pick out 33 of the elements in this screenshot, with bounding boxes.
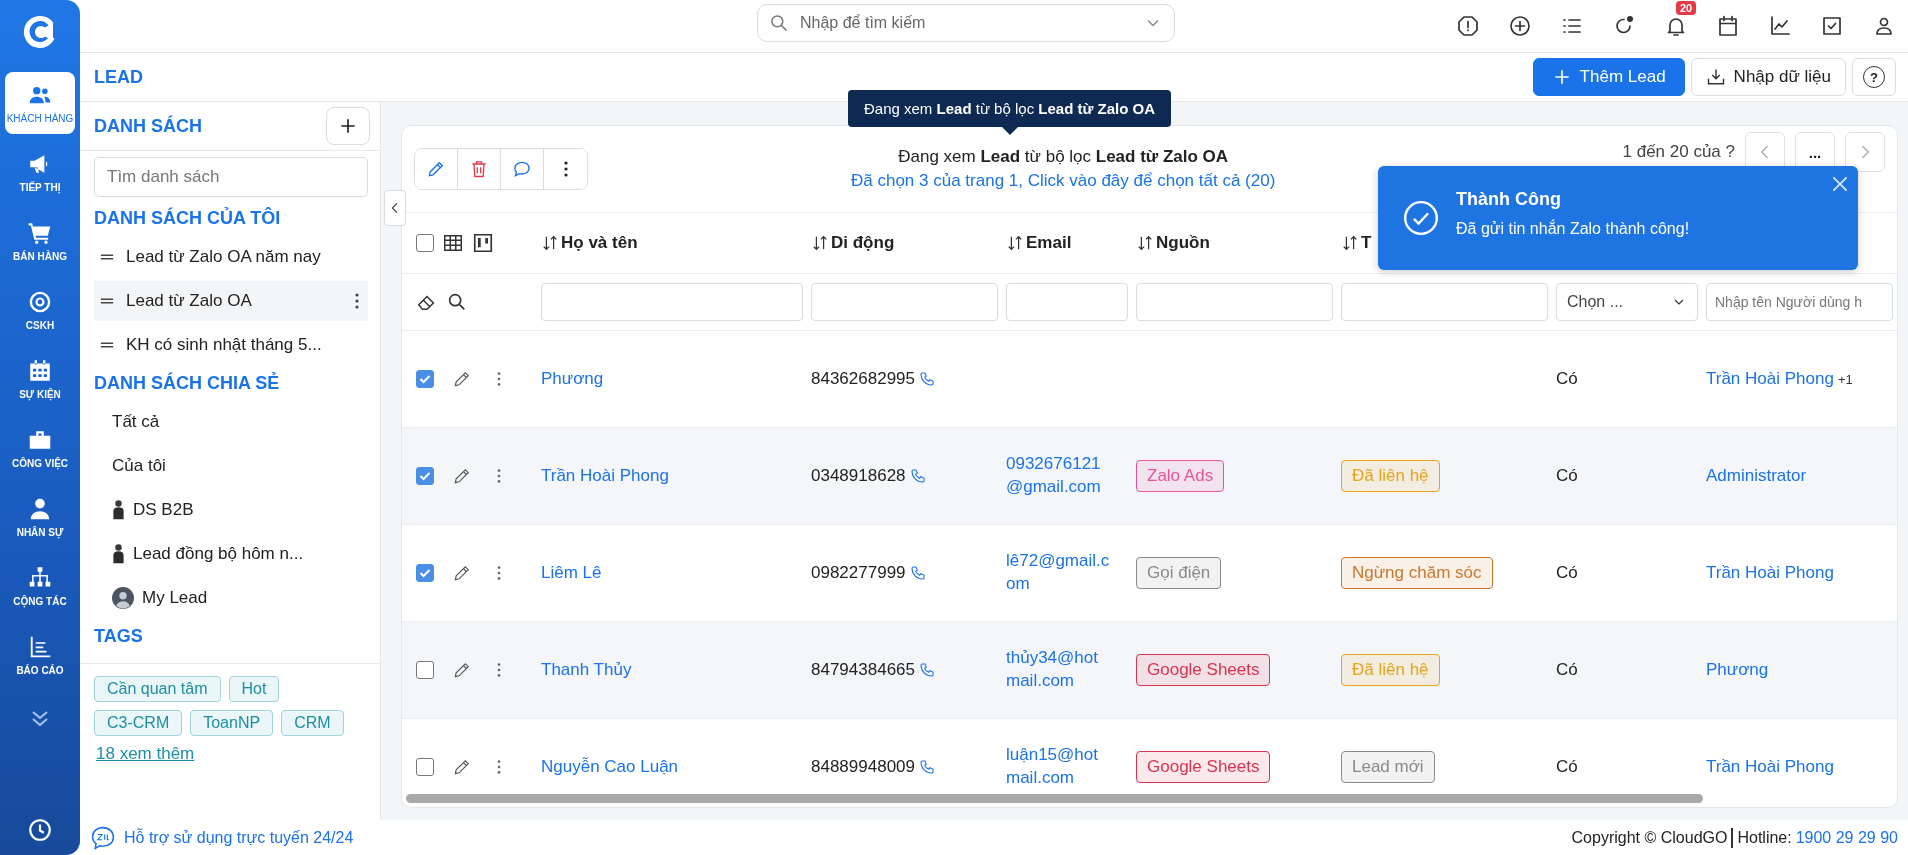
source-tag: Google Sheets <box>1136 751 1271 783</box>
phone-number: 84794384665 <box>811 660 915 680</box>
table-cell: Có <box>1556 466 1578 486</box>
phone-number: 0982277999 <box>811 563 906 583</box>
phone-number: 84889948009 <box>811 757 915 777</box>
source-tag: Google Sheets <box>1136 654 1271 686</box>
toast-message: Đã gửi tin nhắn Zalo thành công! <box>1456 219 1690 238</box>
status-tag: Đã liên hệ <box>1341 654 1440 686</box>
status-tag: Đã liên hệ <box>1341 460 1440 492</box>
extra-count: +1 <box>1837 371 1853 387</box>
table-cell: Có <box>1556 660 1578 680</box>
section-title: DANH SÁCH CHIA SẺ <box>94 373 281 394</box>
phone-number: 0348918628 <box>811 466 906 486</box>
table-cell: Có <box>1556 563 1578 583</box>
pagination-info: 1 đến 20 của ? <box>1622 142 1735 162</box>
table-cell: Có <box>1556 369 1578 389</box>
source-tag: Gọi điện <box>1136 557 1222 589</box>
source-tag: Zalo Ads <box>1136 460 1225 492</box>
tooltip: Đang xem Lead từ bộ lọc Lead từ Zalo OA <box>848 90 1172 127</box>
section-title: DANH SÁCH CỦA TÔI <box>94 208 282 229</box>
filter-info: Đang xem Lead từ bộ lọc Lead từ Zalo OA <box>898 147 1229 167</box>
table-cell: Có <box>1556 757 1578 777</box>
notification-badge: 20 <box>1676 1 1697 15</box>
section-title: DANH SÁCH <box>94 115 202 137</box>
phone-number: 84362682995 <box>811 369 915 389</box>
support-text: Hỗ trợ sử dụng trực tuyến 24/24 <box>124 828 354 847</box>
toast-title: Thành Công <box>1456 188 1562 210</box>
copyright-text: Copyright © CloudGO <box>1571 828 1728 847</box>
page-title: LEAD <box>94 66 143 88</box>
hotline-label: Hotline: <box>1737 828 1792 847</box>
status-tag: Lead mới <box>1341 751 1435 783</box>
section-title: TAGS <box>94 626 144 647</box>
status-tag: Ngừng chăm sóc <box>1341 557 1493 589</box>
